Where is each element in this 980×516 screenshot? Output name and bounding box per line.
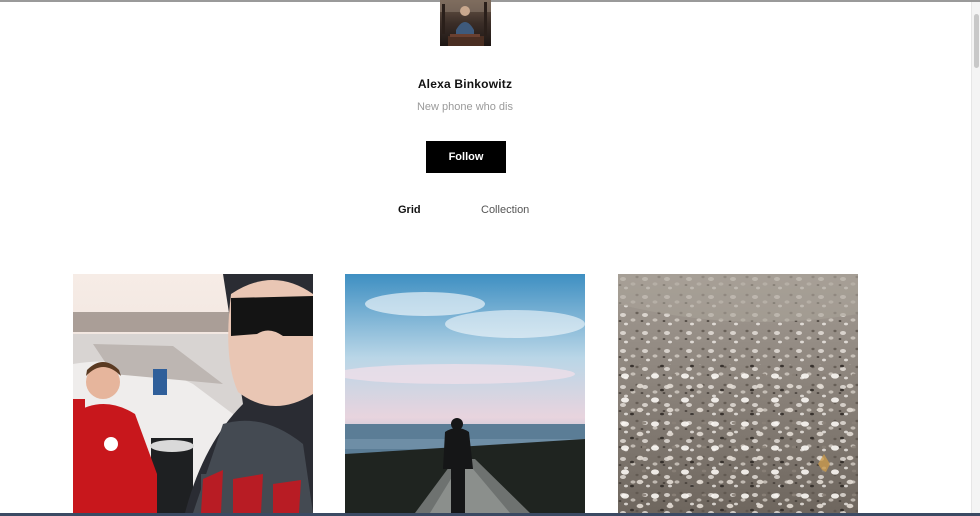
follow-button[interactable]: Follow <box>426 141 506 173</box>
scrollbar-thumb[interactable] <box>974 14 979 68</box>
profile-bio: New phone who dis <box>416 101 513 113</box>
scrollbar-track[interactable] <box>971 2 980 513</box>
tab-collection[interactable]: Collection <box>481 204 529 216</box>
grid-photo-3[interactable] <box>618 274 858 513</box>
avatar[interactable] <box>440 0 491 46</box>
tab-grid[interactable]: Grid <box>398 204 421 216</box>
profile-name: Alexa Binkowitz <box>417 77 513 91</box>
grid-photo-1[interactable] <box>73 274 313 513</box>
grid-photo-2[interactable] <box>345 274 585 513</box>
